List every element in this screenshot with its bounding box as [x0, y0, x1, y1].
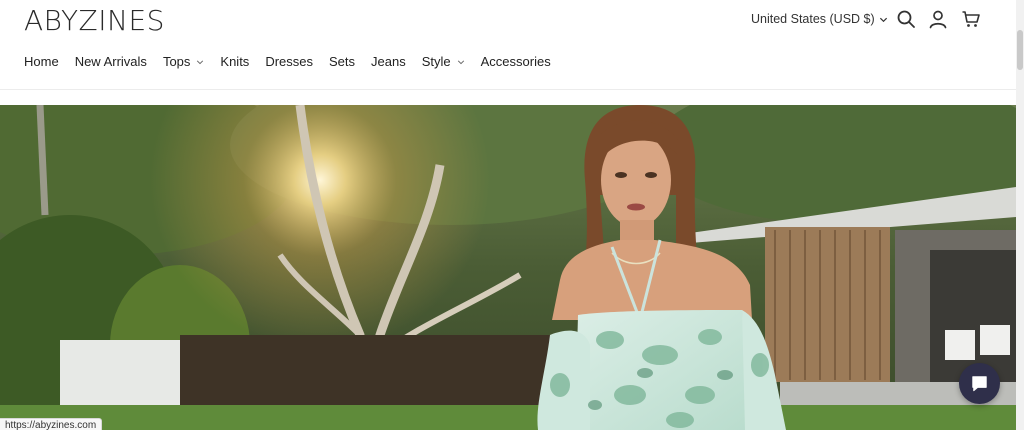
- main-nav: Home New Arrivals Tops Knits Dresses Sets Jean…: [24, 54, 567, 69]
- site-header: ABYZINES United States (USD $) Home New A…: [0, 0, 1016, 90]
- chat-bubble-icon: [972, 376, 987, 392]
- hero-image[interactable]: [0, 105, 1016, 430]
- nav-item-label: Knits: [220, 54, 250, 69]
- nav-item-dresses[interactable]: Dresses: [265, 54, 313, 69]
- nav-item-knits[interactable]: Knits: [220, 54, 249, 69]
- account-icon[interactable]: [928, 9, 948, 29]
- hero-photo: [0, 105, 1016, 430]
- chat-button[interactable]: [959, 363, 1000, 404]
- chevron-down-icon: [457, 59, 464, 64]
- nav-item-label: Style: [421, 54, 451, 69]
- currency-label: United States (USD $): [751, 12, 875, 26]
- nav-item-label: Dresses: [265, 54, 313, 69]
- search-icon[interactable]: [896, 9, 916, 29]
- cart-icon[interactable]: [961, 9, 981, 29]
- chevron-down-icon: [879, 17, 887, 22]
- nav-item-label: Jeans: [371, 54, 406, 69]
- nav-item-accessories[interactable]: Accessories: [481, 54, 551, 69]
- page-scrollbar[interactable]: [1016, 0, 1024, 430]
- scrollbar-thumb[interactable]: [1017, 30, 1023, 70]
- nav-item-label: Sets: [329, 54, 356, 69]
- nav-item-label: Tops: [162, 54, 191, 69]
- nav-item-tops[interactable]: Tops: [163, 54, 204, 69]
- nav-item-home[interactable]: Home: [24, 54, 59, 69]
- nav-item-label: New Arrivals: [74, 54, 147, 69]
- nav-item-jeans[interactable]: Jeans: [371, 54, 406, 69]
- chevron-down-icon: [197, 59, 204, 64]
- status-bar-url: https://abyzines.com: [0, 418, 103, 430]
- currency-selector[interactable]: United States (USD $): [751, 12, 888, 26]
- nav-item-sets[interactable]: Sets: [329, 54, 355, 69]
- nav-item-style[interactable]: Style: [422, 54, 465, 69]
- site-logo[interactable]: ABYZINES: [24, 4, 165, 37]
- nav-item-label: Accessories: [480, 54, 551, 69]
- nav-item-new-arrivals[interactable]: New Arrivals: [75, 54, 147, 69]
- nav-item-label: Home: [24, 54, 59, 69]
